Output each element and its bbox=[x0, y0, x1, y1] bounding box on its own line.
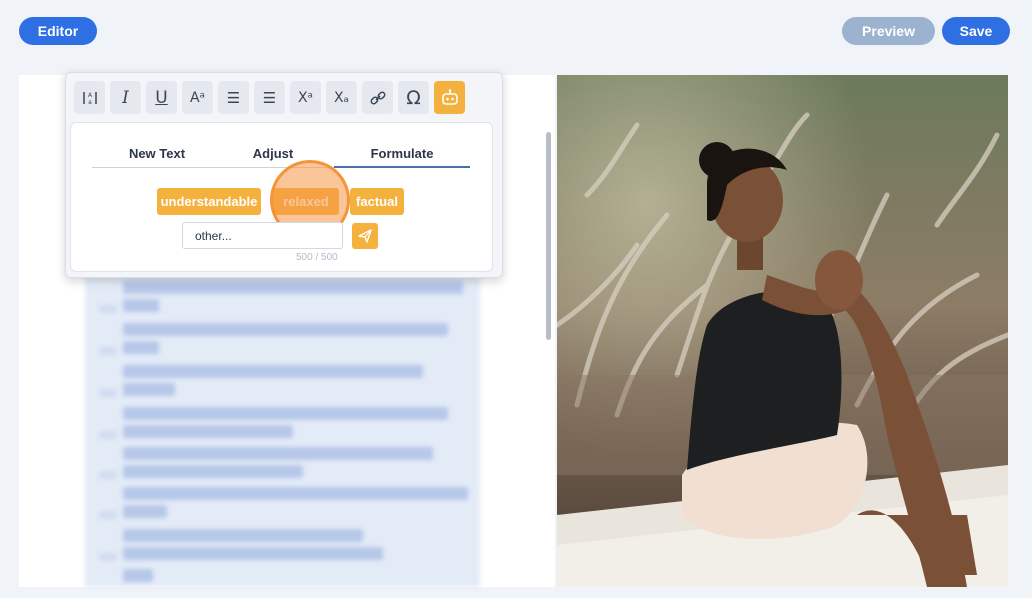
formatting-toolbar: Aa I U Aᵃ ☰ ☰ Xᵃ Xₐ Ω bbox=[74, 81, 465, 114]
link-icon[interactable] bbox=[362, 81, 393, 114]
special-character-icon[interactable]: Ω bbox=[398, 81, 429, 114]
preview-button[interactable]: Preview bbox=[842, 17, 935, 45]
send-icon bbox=[358, 229, 372, 243]
superscript-icon[interactable]: Xᵃ bbox=[290, 81, 321, 114]
ordered-list-icon[interactable]: ☰ bbox=[218, 81, 249, 114]
yoga-photo bbox=[557, 75, 1008, 587]
save-button[interactable]: Save bbox=[942, 17, 1010, 45]
image-panel bbox=[557, 75, 1008, 587]
vertical-scrollbar[interactable] bbox=[546, 132, 551, 340]
bullet-list-icon[interactable]: ☰ bbox=[254, 81, 285, 114]
underline-icon[interactable]: U bbox=[146, 81, 177, 114]
ai-panel-body: New Text Adjust Formulate understandable… bbox=[70, 122, 493, 272]
tab-new-text[interactable]: New Text bbox=[92, 146, 222, 168]
subscript-icon[interactable]: Xₐ bbox=[326, 81, 357, 114]
svg-text:a: a bbox=[88, 99, 92, 106]
tab-adjust[interactable]: Adjust bbox=[212, 146, 334, 168]
tab-formulate[interactable]: Formulate bbox=[334, 146, 470, 168]
editor-button[interactable]: Editor bbox=[19, 17, 97, 45]
tone-chip-understandable[interactable]: understandable bbox=[157, 188, 261, 215]
ai-assistant-icon[interactable] bbox=[434, 81, 465, 114]
send-button[interactable] bbox=[352, 223, 378, 249]
document-text[interactable] bbox=[85, 275, 480, 587]
tone-chip-relaxed[interactable]: relaxed bbox=[273, 188, 339, 215]
character-counter: 500 / 500 bbox=[296, 252, 338, 263]
font-size-icon[interactable]: Aᵃ bbox=[182, 81, 213, 114]
transform-icon[interactable]: Aa bbox=[74, 81, 105, 114]
svg-text:A: A bbox=[87, 92, 92, 99]
italic-icon[interactable]: I bbox=[110, 81, 141, 114]
ai-assistant-popup: Aa I U Aᵃ ☰ ☰ Xᵃ Xₐ Ω New Text Adjust Fo… bbox=[65, 72, 503, 278]
other-tone-input[interactable] bbox=[182, 222, 343, 249]
tone-chip-factual[interactable]: factual bbox=[350, 188, 404, 215]
